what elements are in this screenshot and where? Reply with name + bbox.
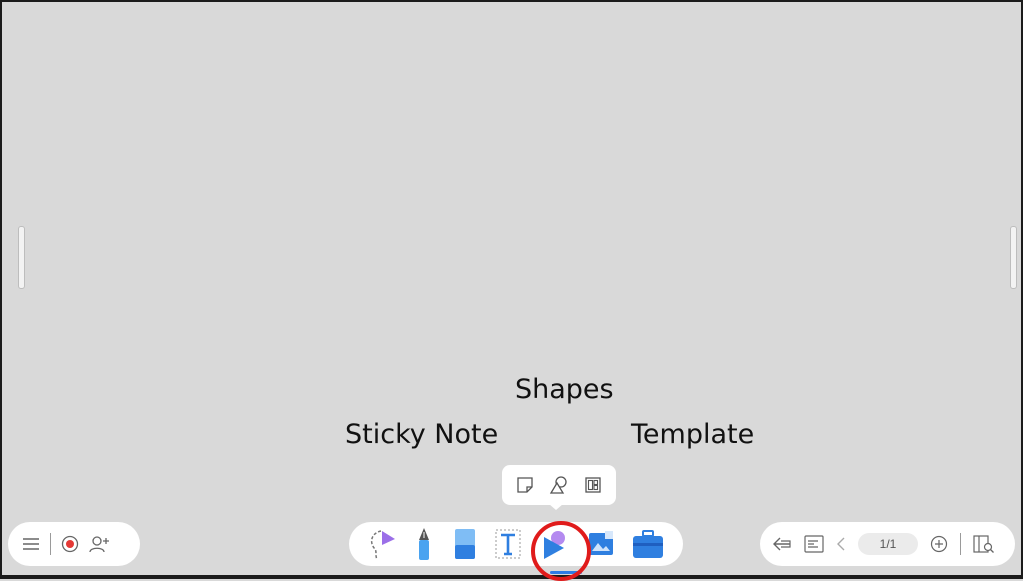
pen-icon[interactable]: [413, 526, 435, 562]
undo-arrow-icon[interactable]: [772, 536, 792, 552]
page-overview-icon[interactable]: [973, 534, 995, 554]
annotation-template: Template: [631, 419, 755, 450]
prev-page-icon[interactable]: [836, 536, 846, 552]
divider: [50, 533, 51, 555]
menu-icon[interactable]: [22, 536, 40, 552]
divider: [960, 533, 961, 555]
submenu-pointer: [549, 504, 563, 510]
shapes-submenu: [502, 465, 616, 505]
lasso-select-icon[interactable]: [367, 527, 397, 561]
annotation-shapes: Shapes: [515, 374, 614, 405]
add-page-icon[interactable]: [930, 535, 948, 553]
toolbox-icon[interactable]: [631, 528, 665, 560]
add-user-icon[interactable]: [89, 535, 111, 553]
highlight-circle: [531, 521, 591, 581]
text-icon[interactable]: [494, 527, 522, 561]
left-toolbar: [8, 522, 140, 566]
page-indicator[interactable]: 1/1: [858, 533, 918, 555]
shapes-icon[interactable]: [548, 474, 570, 496]
record-icon[interactable]: [61, 535, 79, 553]
template-icon[interactable]: [582, 474, 604, 496]
eraser-icon[interactable]: [452, 527, 478, 561]
image-icon[interactable]: [587, 529, 615, 559]
right-toolbar: 1/1: [760, 522, 1015, 566]
main-toolbar: [349, 522, 683, 566]
right-panel-handle[interactable]: [1010, 226, 1017, 289]
annotation-sticky-note: Sticky Note: [345, 419, 499, 450]
page-settings-icon[interactable]: [804, 535, 824, 553]
left-panel-handle[interactable]: [18, 226, 25, 289]
sticky-note-icon[interactable]: [514, 474, 536, 496]
